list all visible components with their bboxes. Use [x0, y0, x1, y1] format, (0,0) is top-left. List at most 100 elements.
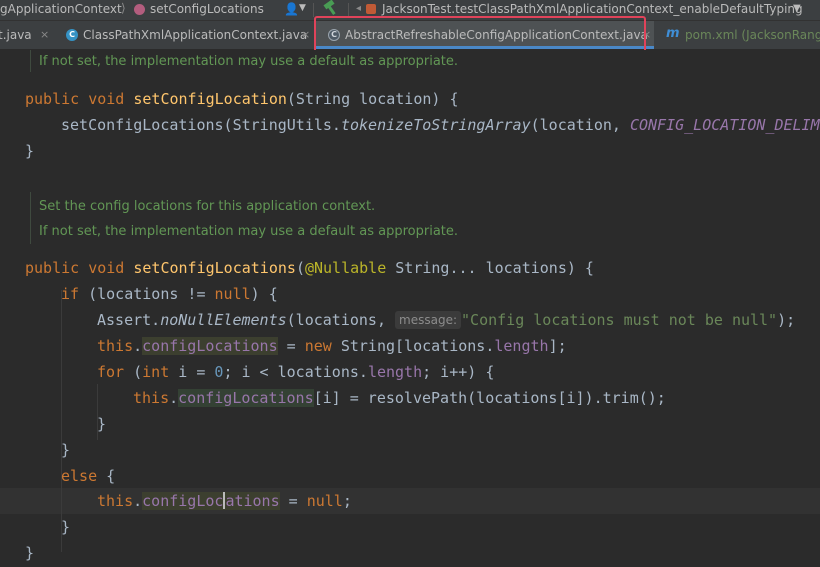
doc-comment-line: If not set, the implementation may use a…	[39, 54, 459, 69]
keyword: this	[97, 492, 134, 510]
method-name[interactable]: setConfigLocation	[133, 90, 287, 108]
code-text: {	[97, 467, 116, 485]
breadcrumb-method[interactable]: setConfigLocations	[150, 2, 264, 16]
code-text: [i] = resolvePath(locations[i]).trim();	[313, 389, 666, 407]
code-line: }	[25, 540, 34, 566]
keyword: this	[133, 389, 170, 407]
code-line: public void setConfigLocations(@Nullable…	[25, 255, 594, 281]
code-text: ];	[548, 337, 567, 355]
code-text: (	[295, 259, 305, 277]
code-line: else {	[61, 463, 115, 489]
toolbar-divider	[348, 3, 349, 17]
code-text: }	[25, 544, 35, 562]
keyword: for	[97, 363, 125, 381]
code-text: }	[61, 441, 71, 459]
code-text: String[locations.	[331, 337, 495, 355]
doc-comment-gutter	[30, 192, 31, 244]
constant[interactable]: CONFIG_LOCATION_DELIMITERS	[630, 116, 820, 134]
keyword: public	[25, 90, 80, 108]
code-line: for (int i = 0; i < locations.length; i+…	[97, 359, 494, 385]
parameter-hint: message:	[395, 311, 462, 329]
code-text: (location,	[530, 116, 630, 134]
code-text: =	[279, 492, 307, 510]
code-line: Assert.noNullElements(locations, message…	[97, 307, 795, 333]
close-icon[interactable]: ×	[301, 28, 310, 41]
field-reference[interactable]: configLocations	[178, 389, 314, 407]
code-line: this.configLocations[i] = resolvePath(lo…	[133, 385, 666, 411]
run-config-icon	[366, 4, 376, 14]
breadcrumb-class[interactable]: gApplicationContext	[0, 2, 122, 16]
field-reference[interactable]: configLocations	[142, 492, 280, 510]
static-method-call[interactable]: tokenizeToStringArray	[341, 116, 531, 134]
code-text: i =	[169, 363, 215, 381]
code-text: =	[277, 337, 305, 355]
doc-comment-gutter	[30, 50, 31, 72]
doc-comment-line: Set the config locations for this applic…	[39, 199, 376, 214]
toolbar-divider	[313, 3, 314, 17]
code-text: );	[777, 311, 796, 329]
tab-label: t.java	[0, 28, 32, 42]
keyword: this	[97, 337, 134, 355]
code-line: }	[61, 437, 70, 463]
run-config-chevron-icon: ◂	[356, 3, 362, 14]
code-text: (	[124, 363, 143, 381]
field-text: configLoc	[142, 492, 224, 510]
code-text: Assert.	[97, 311, 161, 329]
code-text: ; i < locations.	[223, 363, 368, 381]
run-config-dropdown-icon[interactable]: ▼	[793, 3, 801, 14]
code-text: setConfigLocations(StringUtils.	[61, 116, 341, 134]
annotation[interactable]: @Nullable	[305, 259, 386, 277]
code-text: (String location) {	[286, 90, 459, 108]
user-icon[interactable]: 👤	[284, 2, 299, 16]
code-text: .	[133, 337, 143, 355]
method-icon	[134, 4, 145, 15]
build-hammer-icon[interactable]	[322, 0, 338, 15]
tab-pom-xml[interactable]: m pom.xml (JacksonRang	[660, 21, 820, 49]
breadcrumb-separator-icon: ⟩	[121, 1, 126, 15]
code-line: public void setConfigLocation(String loc…	[25, 86, 459, 112]
code-text: .	[169, 389, 179, 407]
code-line: }	[25, 138, 34, 164]
tab-classpathxml[interactable]: C ClassPathXmlApplicationContext.java ×	[58, 21, 314, 49]
keyword: null	[214, 285, 251, 303]
code-text: }	[25, 142, 35, 160]
code-line: this.configLocations = new String[locati…	[97, 333, 567, 359]
keyword: void	[88, 259, 125, 277]
keyword: new	[304, 337, 332, 355]
class-icon: C	[66, 29, 78, 41]
code-line: if (locations != null) {	[61, 281, 278, 307]
tab-label: ClassPathXmlApplicationContext.java	[83, 28, 308, 42]
code-text: }	[97, 415, 107, 433]
code-text: (locations !=	[79, 285, 215, 303]
code-text: ;	[342, 492, 352, 510]
code-text: ) {	[250, 285, 278, 303]
keyword: void	[88, 90, 125, 108]
run-configuration-name[interactable]: JacksonTest.testClassPathXmlApplicationC…	[382, 2, 803, 16]
code-text: .	[133, 492, 143, 510]
tab-label: pom.xml (JacksonRang	[685, 28, 820, 42]
code-editor[interactable]: If not set, the implementation may use a…	[0, 50, 820, 567]
indent-guide	[61, 290, 62, 552]
field-text: ations	[225, 492, 280, 510]
keyword: else	[61, 467, 98, 485]
code-line[interactable]: this.configLoc ations = null;	[97, 488, 352, 514]
code-text: }	[61, 518, 71, 536]
keyword: null	[306, 492, 343, 510]
code-text: String... locations) {	[386, 259, 594, 277]
keyword: int	[142, 363, 170, 381]
field-reference[interactable]: length	[368, 363, 422, 381]
string-literal: "Config locations must not be null"	[461, 311, 778, 329]
field-reference[interactable]: configLocations	[142, 337, 278, 355]
user-dropdown-icon[interactable]: ▼	[299, 3, 306, 13]
maven-icon: m	[666, 26, 680, 41]
code-line: }	[97, 411, 106, 437]
close-icon[interactable]: ×	[40, 28, 49, 41]
field-reference[interactable]: length	[494, 337, 548, 355]
static-method-call[interactable]: noNullElements	[160, 311, 286, 329]
tab-test-java[interactable]: t.java ×	[0, 21, 58, 49]
doc-comment-line: If not set, the implementation may use a…	[39, 224, 459, 239]
code-line: }	[61, 514, 70, 540]
keyword: if	[61, 285, 80, 303]
method-name[interactable]: setConfigLocations	[133, 259, 296, 277]
code-text: ; i++) {	[422, 363, 495, 381]
